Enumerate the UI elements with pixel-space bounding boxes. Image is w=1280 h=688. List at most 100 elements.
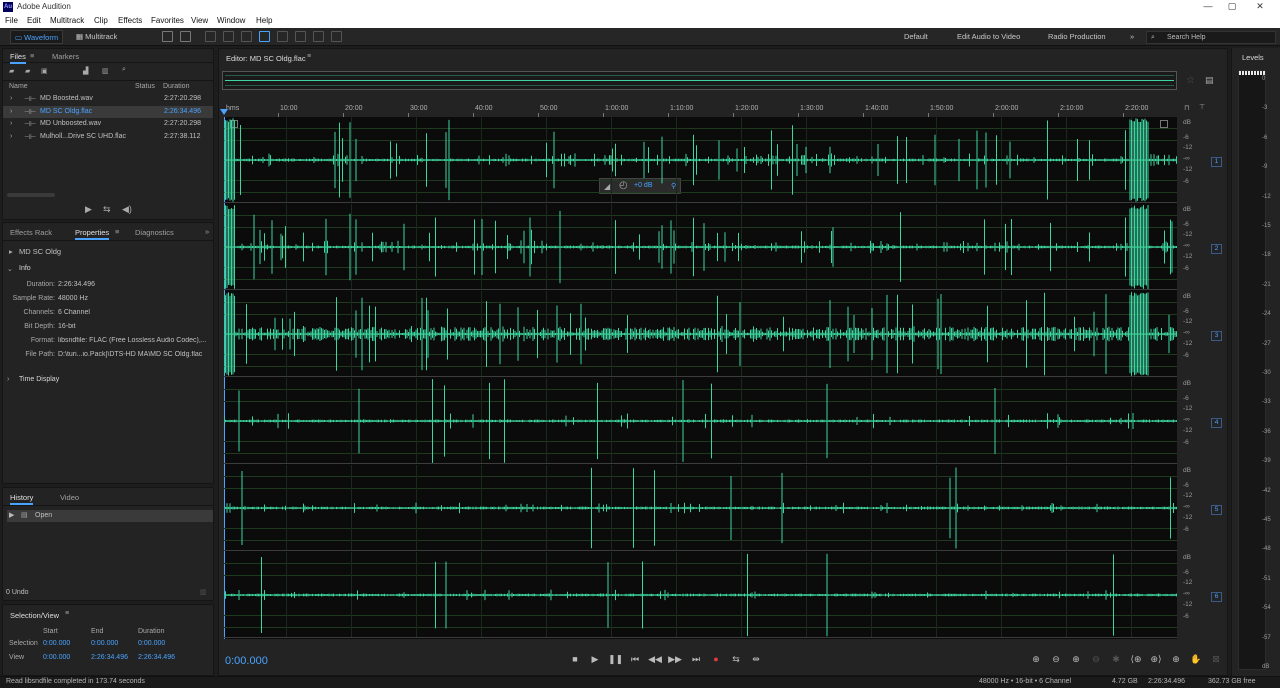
- time-display-section[interactable]: Time Display: [19, 376, 59, 383]
- end-field[interactable]: 0:00.000: [91, 640, 118, 647]
- minimize-icon[interactable]: —: [1198, 1, 1218, 11]
- waveform-view-button[interactable]: ▭ Waveform: [10, 30, 64, 44]
- pin-icon[interactable]: ⊤: [1199, 103, 1205, 111]
- chevron-down-icon[interactable]: ⌄: [7, 265, 13, 273]
- history-item[interactable]: ▶ ▤ Open: [7, 510, 213, 522]
- chevron-right-icon[interactable]: ›: [10, 120, 12, 127]
- chevron-right-icon[interactable]: ›: [10, 95, 12, 102]
- zoom-lock-icon[interactable]: ⊓: [1184, 104, 1189, 112]
- channel-number[interactable]: 5: [1211, 505, 1222, 515]
- duration-field[interactable]: 0:00.000: [138, 640, 165, 647]
- file-row[interactable]: › ⊣⊢ MD SC Oldg.flac 2:26:34.496: [3, 105, 213, 118]
- search-help-input[interactable]: ⌕ Search Help: [1146, 31, 1276, 44]
- expand-panels-icon[interactable]: »: [205, 227, 209, 236]
- menu-file[interactable]: File: [5, 16, 18, 25]
- zoom-in-left-icon[interactable]: ⟨⊕: [1129, 654, 1143, 665]
- zoom-out-time-icon[interactable]: ⊖: [1089, 654, 1103, 665]
- import-file-icon[interactable]: ▰: [25, 67, 30, 75]
- play-icon[interactable]: ▶: [85, 204, 92, 215]
- move-tool-icon[interactable]: [205, 31, 216, 42]
- workspace-radio-production[interactable]: Radio Production: [1048, 30, 1106, 44]
- spectral-frequency-icon[interactable]: [162, 31, 173, 42]
- channel-3[interactable]: [224, 291, 1177, 377]
- col-name[interactable]: Name: [9, 83, 28, 90]
- hand-tool-icon[interactable]: ✋: [1189, 654, 1203, 665]
- menu-edit[interactable]: Edit: [27, 16, 41, 25]
- insert-icon[interactable]: ▟: [83, 67, 88, 75]
- menu-effects[interactable]: Effects: [118, 16, 142, 25]
- channel-number[interactable]: 6: [1211, 592, 1222, 602]
- loop-icon[interactable]: ⇆: [729, 654, 743, 665]
- list-icon[interactable]: ▤: [1205, 75, 1214, 86]
- menu-clip[interactable]: Clip: [94, 16, 108, 25]
- auto-play-icon[interactable]: ◀): [122, 204, 132, 215]
- file-row[interactable]: › ⊣⊢ MD Boosted.wav 2:27:20.298: [3, 93, 213, 106]
- loop-icon[interactable]: ⇆: [103, 204, 111, 215]
- spectral-pitch-icon[interactable]: [180, 31, 191, 42]
- waveform-display[interactable]: ◢ ◴ +0 dB ⚲: [224, 117, 1177, 639]
- tab-effects-rack[interactable]: Effects Rack: [10, 228, 52, 237]
- files-scrollbar[interactable]: [7, 193, 55, 197]
- info-section-header[interactable]: Info: [19, 265, 31, 272]
- trash-icon[interactable]: ▥: [200, 588, 207, 596]
- menu-favorites[interactable]: Favorites: [151, 16, 184, 25]
- rewind-icon[interactable]: ◀◀: [648, 654, 662, 665]
- zoom-in-time-icon[interactable]: ⊕: [1069, 654, 1083, 665]
- time-selection-tool-icon[interactable]: [259, 31, 270, 42]
- chevron-right-icon[interactable]: ›: [7, 376, 9, 383]
- chevron-right-icon[interactable]: ›: [10, 108, 12, 115]
- zoom-in-right-icon[interactable]: ⊕⟩: [1149, 654, 1163, 665]
- menu-view[interactable]: View: [191, 16, 208, 25]
- pause-icon[interactable]: ❚❚: [608, 654, 623, 665]
- tab-diagnostics[interactable]: Diagnostics: [135, 228, 174, 237]
- spot-healing-icon[interactable]: [331, 31, 342, 42]
- zoom-reset-icon[interactable]: ⊠: [1209, 654, 1223, 665]
- workspace-edit-audio-to-video[interactable]: Edit Audio to Video: [957, 30, 1020, 44]
- file-row[interactable]: › ⊣⊢ MD Unboosted.wav 2:27:20.298: [3, 118, 213, 131]
- start-field[interactable]: 0:00.000: [43, 640, 70, 647]
- razor-tool-icon[interactable]: [223, 31, 234, 42]
- panel-menu-icon[interactable]: ≡: [307, 53, 311, 60]
- trash-icon[interactable]: ▥: [102, 67, 109, 75]
- tab-markers[interactable]: Markers: [52, 52, 79, 61]
- panel-menu-icon[interactable]: ≡: [115, 227, 119, 236]
- open-file-icon[interactable]: ▰: [9, 67, 14, 75]
- zoom-out-amplitude-icon[interactable]: ⊖: [1049, 654, 1063, 665]
- channel-5[interactable]: [224, 465, 1177, 551]
- col-duration[interactable]: Duration: [163, 83, 189, 90]
- star-icon[interactable]: ☆: [1186, 75, 1195, 86]
- more-workspaces-icon[interactable]: »: [1130, 30, 1134, 44]
- tab-properties[interactable]: Properties: [75, 228, 110, 240]
- maximize-icon[interactable]: ▢: [1222, 1, 1242, 12]
- col-status[interactable]: Status: [135, 83, 155, 90]
- duration-field[interactable]: 2:26:34.496: [138, 654, 175, 661]
- file-row[interactable]: › ⊣⊢ Mulholl...Drive SC UHD.flac 2:27:38.11…: [3, 131, 213, 144]
- close-icon[interactable]: ✕: [1250, 1, 1270, 12]
- channel-number[interactable]: 1: [1211, 157, 1222, 167]
- workspace-default[interactable]: Default: [904, 30, 928, 44]
- fast-forward-icon[interactable]: ▶▶: [668, 654, 682, 665]
- search-files-icon[interactable]: ⌕: [122, 66, 126, 74]
- channel-1[interactable]: [224, 117, 1177, 203]
- slip-tool-icon[interactable]: [241, 31, 252, 42]
- channel-4[interactable]: [224, 378, 1177, 464]
- stop-icon[interactable]: ■: [568, 654, 582, 664]
- skip-previous-icon[interactable]: ⏮: [628, 654, 642, 665]
- channel-number[interactable]: 2: [1211, 244, 1222, 254]
- zoom-in-amplitude-icon[interactable]: ⊕: [1029, 654, 1043, 665]
- menu-window[interactable]: Window: [217, 16, 245, 25]
- menu-multitrack[interactable]: Multitrack: [50, 16, 84, 25]
- end-field[interactable]: 2:26:34.496: [91, 654, 128, 661]
- channel-number[interactable]: 4: [1211, 418, 1222, 428]
- new-file-icon[interactable]: ▣: [41, 67, 48, 75]
- play-icon[interactable]: ▶: [588, 654, 602, 665]
- panel-menu-icon[interactable]: ≡: [65, 610, 69, 617]
- lasso-tool-icon[interactable]: [295, 31, 306, 42]
- zoom-selection-icon[interactable]: ⊕: [1169, 654, 1183, 665]
- skip-selection-icon[interactable]: ⇹: [749, 654, 763, 665]
- brush-tool-icon[interactable]: [313, 31, 324, 42]
- overview-bar[interactable]: [222, 71, 1177, 90]
- skip-next-icon[interactable]: ⏭: [689, 654, 703, 665]
- record-icon[interactable]: ●: [709, 654, 723, 664]
- start-field[interactable]: 0:00.000: [43, 654, 70, 661]
